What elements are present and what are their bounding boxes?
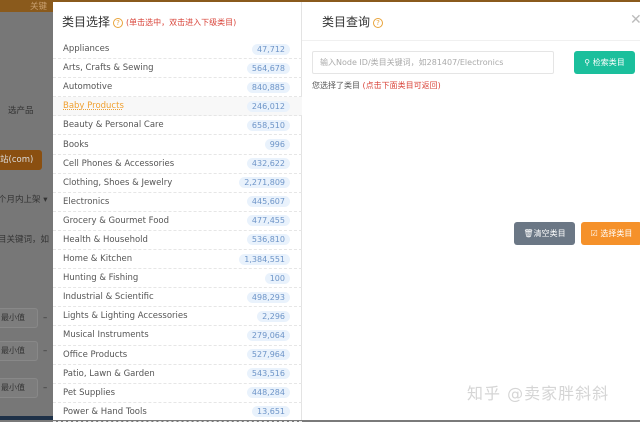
search-category-button[interactable]: ⚲ 检索类目: [574, 51, 635, 74]
category-name: Arts, Crafts & Sewing: [63, 63, 154, 74]
category-name: Industrial & Scientific: [63, 292, 154, 303]
category-name: Books: [63, 139, 89, 150]
watermark: 知乎 @卖家胖斜斜: [467, 384, 610, 403]
category-count-badge: 1,384,551: [239, 253, 290, 265]
category-count-badge: 445,607: [246, 196, 290, 208]
category-count-badge: 840,885: [246, 81, 290, 93]
category-item[interactable]: Arts, Crafts & Sewing 564,678: [53, 59, 302, 79]
category-name: Baby Products: [63, 101, 124, 112]
category-count-badge: 2,271,809: [239, 177, 290, 189]
category-select-panel: 类目选择? (单击选中，双击进入下级类目) Appliances 47,712 Art…: [53, 2, 302, 422]
category-count-badge: 658,510: [246, 119, 290, 131]
category-name: Office Products: [63, 349, 128, 360]
category-count-badge: 477,455: [246, 215, 290, 227]
category-count-badge: 448,284: [246, 387, 290, 399]
category-item[interactable]: Hunting & Fishing 100: [53, 269, 302, 289]
background-site-button: 站(com): [0, 150, 42, 170]
category-name: Electronics: [63, 196, 110, 207]
background-keyword: 目关键词，如: [0, 235, 50, 245]
category-count-badge: 2,296: [257, 310, 290, 322]
button-label: 选择类目: [600, 229, 633, 238]
category-item[interactable]: Books 996: [53, 135, 302, 155]
background-min-input: 最小值: [0, 308, 38, 328]
background-label: 选产品: [8, 106, 34, 116]
category-name: Pet Supplies: [63, 387, 116, 398]
help-icon[interactable]: ?: [373, 17, 384, 28]
category-count-badge: 432,622: [246, 158, 290, 170]
panel-title: 类目选择? (单击选中，双击进入下级类目): [62, 13, 236, 30]
hint-text: (单击选中，双击进入下级类目): [126, 18, 237, 27]
search-icon: ⚲: [584, 58, 593, 67]
category-item[interactable]: Baby Products 246,012: [53, 97, 302, 117]
category-item[interactable]: Beauty & Personal Care 658,510: [53, 116, 302, 136]
range-dash: –: [43, 313, 48, 323]
category-item[interactable]: Automotive 840,885: [53, 78, 302, 98]
trash-icon: 🗑: [523, 229, 534, 238]
divider: [302, 40, 640, 41]
category-name: Home & Kitchen: [63, 254, 133, 265]
background-min-input: 最小值: [0, 341, 38, 361]
category-item[interactable]: Cell Phones & Accessories 432,622: [53, 155, 302, 174]
chosen-label: 您选择了类目: [312, 81, 360, 90]
category-name: Automotive: [63, 82, 113, 93]
category-item[interactable]: Appliances 47,712: [53, 40, 302, 60]
category-name: Beauty & Personal Care: [63, 120, 164, 131]
category-item[interactable]: Office Products 527,964: [53, 346, 302, 365]
category-count-badge: 246,012: [246, 100, 290, 112]
category-count-badge: 498,293: [246, 291, 290, 303]
category-list: Appliances 47,712 Arts, Crafts & Sewing 564…: [53, 40, 302, 422]
category-name: Cell Phones & Accessories: [63, 158, 175, 169]
category-name: Health & Household: [63, 234, 148, 245]
category-count-badge: 47,712: [252, 43, 290, 55]
clear-category-button[interactable]: 🗑清空类目: [514, 222, 575, 245]
category-count-badge: 536,810: [246, 234, 290, 246]
category-name: Lights & Lighting Accessories: [63, 311, 188, 322]
category-name: Power & Hand Tools: [63, 406, 147, 417]
background-min-input: 最小值: [0, 378, 38, 398]
chosen-category: 您选择了类目 (点击下面类目可返回): [312, 80, 441, 91]
select-category-button[interactable]: ☑ 选择类目: [581, 222, 640, 245]
category-name: Patio, Lawn & Garden: [63, 368, 155, 379]
category-item[interactable]: Electronics 445,607: [53, 193, 302, 212]
category-name: Clothing, Shoes & Jewelry: [63, 177, 173, 188]
range-dash: –: [43, 383, 48, 393]
category-item[interactable]: Lights & Lighting Accessories 2,296: [53, 307, 302, 327]
panel-title: 类目查询?: [322, 13, 384, 30]
category-item[interactable]: Power & Hand Tools 13,651: [53, 403, 302, 422]
category-item[interactable]: Industrial & Scientific 498,293: [53, 288, 302, 308]
category-item[interactable]: Patio, Lawn & Garden 543,516: [53, 365, 302, 384]
category-item[interactable]: Musical Instruments 279,064: [53, 326, 302, 346]
category-count-badge: 543,516: [246, 368, 290, 380]
category-item[interactable]: Grocery & Gourmet Food 477,455: [53, 212, 302, 231]
category-item[interactable]: Health & Household 536,810: [53, 231, 302, 251]
category-count-badge: 279,064: [246, 329, 290, 341]
range-dash: –: [43, 346, 48, 356]
category-count-badge: 564,678: [246, 62, 290, 74]
category-count-badge: 996: [264, 139, 290, 151]
category-query-panel: 类目查询? ✕ ⚲ 检索类目 您选择了类目 (点击下面类目可返回) 🗑清空类目 …: [302, 2, 640, 420]
title-text: 类目查询: [322, 15, 371, 29]
button-label: 检索类目: [592, 58, 625, 67]
help-icon[interactable]: ?: [113, 17, 124, 28]
title-text: 类目选择: [62, 15, 111, 29]
background-tab-text: 关键: [30, 2, 48, 12]
category-name: Grocery & Gourmet Food: [63, 215, 170, 226]
category-name: Hunting & Fishing: [63, 273, 139, 284]
category-item[interactable]: Home & Kitchen 1,384,551: [53, 250, 302, 270]
category-name: Musical Instruments: [63, 330, 149, 341]
category-count-badge: 13,651: [252, 406, 290, 418]
checkbox-icon: ☑: [590, 229, 601, 238]
button-label: 清空类目: [533, 229, 566, 238]
chosen-hint: (点击下面类目可返回): [362, 81, 441, 90]
category-item[interactable]: Clothing, Shoes & Jewelry 2,271,809: [53, 174, 302, 193]
category-count-badge: 527,964: [246, 349, 290, 361]
close-icon[interactable]: ✕: [630, 12, 640, 28]
category-name: Appliances: [63, 44, 110, 55]
category-item[interactable]: Pet Supplies 448,284: [53, 384, 302, 403]
search-input[interactable]: [312, 51, 554, 74]
category-count-badge: 100: [264, 272, 290, 284]
background-month-select: 个月内上架 ▾: [0, 195, 48, 205]
